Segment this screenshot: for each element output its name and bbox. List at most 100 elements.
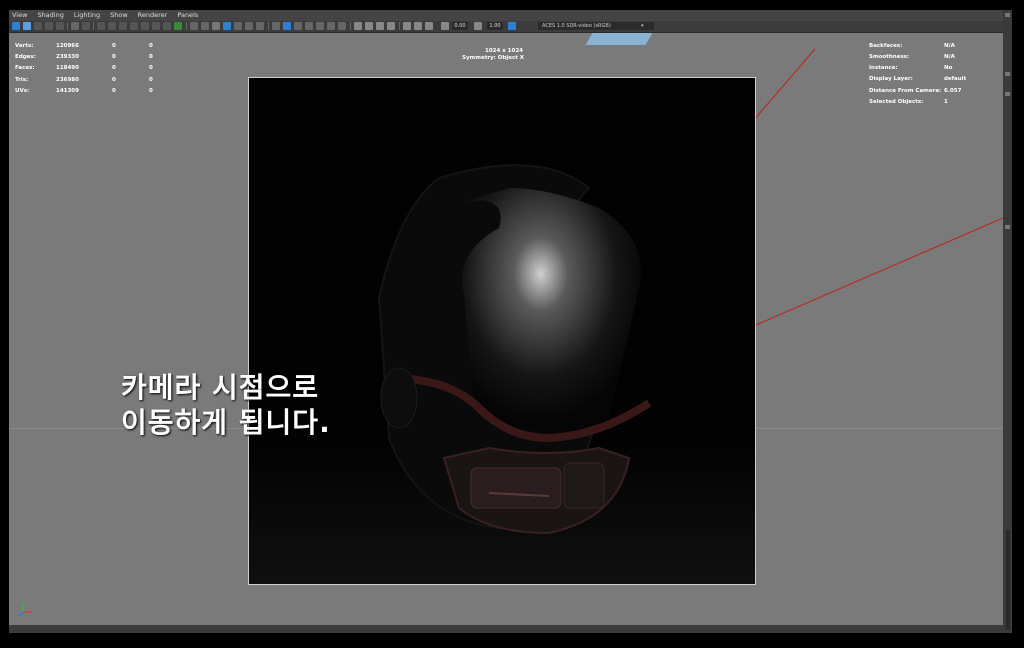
light-line-2 [718, 217, 1003, 342]
shadows-icon[interactable] [272, 22, 280, 30]
grease-pencil-icon[interactable] [56, 22, 64, 30]
toolbar-separator [93, 22, 94, 30]
gear-icon[interactable] [441, 22, 449, 30]
depth-of-field-icon[interactable] [316, 22, 324, 30]
hud-selected-value: 1 [944, 99, 948, 105]
hud-faces-value: 118490 [56, 65, 79, 71]
textured-icon[interactable] [245, 22, 253, 30]
hud-edges-value: 239330 [56, 54, 79, 60]
side-tool-icon[interactable] [1005, 225, 1010, 229]
toolbar-separator [350, 22, 351, 30]
multisample-icon[interactable] [338, 22, 346, 30]
grid-icon[interactable] [190, 22, 198, 30]
hud-display-layer-label: Display Layer: [869, 76, 913, 82]
gamma-toggle-icon[interactable] [474, 22, 482, 30]
helmet-render [249, 164, 755, 584]
hud-verts-x: 0 [149, 43, 153, 49]
film-gate-icon[interactable] [97, 22, 105, 30]
side-tool-icon[interactable] [1005, 92, 1010, 96]
panel-menu-bar: View Shading Lighting Show Renderer Panels [9, 10, 1012, 21]
sphere-icon[interactable] [354, 22, 362, 30]
side-tool-icon[interactable] [1005, 72, 1010, 76]
panel-toolbar: 0.00 1.00 ACES 1.0 SDR-video (sRGB) ▾ [9, 21, 1012, 33]
image-plane-icon[interactable] [45, 22, 53, 30]
hud-smoothness-value: N/A [944, 54, 955, 60]
safe-title-icon[interactable] [152, 22, 160, 30]
menu-view[interactable]: View [12, 11, 27, 19]
toolbar-separator [186, 22, 187, 30]
chevron-down-icon[interactable]: ▾ [641, 22, 649, 30]
hud-verts-sel: 0 [112, 43, 116, 49]
menu-show[interactable]: Show [110, 11, 128, 19]
right-side-strip [1003, 10, 1012, 633]
hud-tris-value: 236980 [56, 77, 79, 83]
hud-faces-label: Faces: [15, 65, 35, 71]
axis-gizmo-icon [18, 602, 32, 617]
hud-display-layer-value: default [944, 76, 967, 82]
hud-verts-value: 120966 [56, 43, 79, 49]
gamma-field[interactable]: 1.00 [487, 22, 503, 30]
panel-options-icon[interactable] [1005, 13, 1010, 17]
hud-edges-x: 0 [149, 54, 153, 60]
hud-instance-value: No [944, 65, 953, 71]
select-camera-icon[interactable] [12, 22, 20, 30]
screen-space-ao-icon[interactable] [283, 22, 291, 30]
wireframe-on-shaded-icon[interactable] [223, 22, 231, 30]
toolbar-separator [268, 22, 269, 30]
xray-icon[interactable] [163, 22, 171, 30]
motion-blur-icon[interactable] [294, 22, 302, 30]
hud-symmetry: Symmetry: Object X [462, 55, 525, 61]
menu-renderer[interactable]: Renderer [138, 11, 168, 19]
ambient-occlusion-icon[interactable] [365, 22, 373, 30]
gate-mask-icon[interactable] [119, 22, 127, 30]
safe-action-icon[interactable] [141, 22, 149, 30]
anti-aliasing-icon[interactable] [305, 22, 313, 30]
field-chart-icon[interactable] [130, 22, 138, 30]
hud-edges-label: Edges: [15, 54, 36, 60]
toolbar-separator [67, 22, 68, 30]
use-all-lights-icon[interactable] [256, 22, 264, 30]
color-management-icon[interactable] [508, 22, 516, 30]
resolution-gate-icon[interactable] [108, 22, 116, 30]
color-space-select[interactable]: ACES 1.0 SDR-video (sRGB) [538, 22, 654, 30]
subtitle-line-2: 이동하게 됩니다. [121, 406, 331, 439]
bottom-strip [9, 625, 1003, 633]
two-d-pan-zoom-icon[interactable] [71, 22, 79, 30]
hud-resolution: 1024 x 1024 [485, 48, 523, 54]
hud-distance-label: Distance From Camera: [869, 88, 942, 94]
shading-options-icon[interactable] [387, 22, 395, 30]
exposure-icon[interactable] [403, 22, 411, 30]
hud-edges-sel: 0 [112, 54, 116, 60]
smooth-shade-icon[interactable] [212, 22, 220, 30]
maya-viewport-panel: View Shading Lighting Show Renderer Panels [9, 10, 1012, 633]
menu-panels[interactable]: Panels [177, 11, 198, 19]
hud-uvs-x: 0 [149, 88, 153, 94]
menu-lighting[interactable]: Lighting [74, 11, 100, 19]
hud-verts-label: Verts: [15, 43, 34, 49]
resolution-gate-render [248, 77, 756, 585]
hud-faces-sel: 0 [112, 65, 116, 71]
lights-icon[interactable] [327, 22, 335, 30]
hud-tris-sel: 0 [112, 77, 116, 83]
isolate-select-icon[interactable] [174, 22, 182, 30]
wireframe-icon[interactable] [201, 22, 209, 30]
hud-uvs-sel: 0 [112, 88, 116, 94]
hud-uvs-value: 141309 [56, 88, 79, 94]
default-material-icon[interactable] [234, 22, 242, 30]
viewport-3d[interactable]: Verts: 120966 0 0 Edges: 239330 0 0 Face… [9, 33, 1003, 625]
hardware-fog-icon[interactable] [376, 22, 384, 30]
bookmarks-icon[interactable] [34, 22, 42, 30]
hud-tris-x: 0 [149, 77, 153, 83]
hud-smoothness-label: Smoothness: [869, 54, 910, 60]
scrollbar[interactable] [1006, 530, 1010, 630]
hud-faces-x: 0 [149, 65, 153, 71]
subtitle-overlay: 카메라 시점으로 이동하게 됩니다. [121, 370, 331, 440]
exposure-field[interactable]: 0.00 [452, 22, 468, 30]
grease-pencil-tool-icon[interactable] [82, 22, 90, 30]
menu-shading[interactable]: Shading [37, 11, 63, 19]
hud-backfaces-label: Backfaces: [869, 43, 903, 49]
gamma-icon[interactable] [414, 22, 422, 30]
hud-distance-value: 6.057 [944, 88, 962, 94]
view-transform-icon[interactable] [425, 22, 433, 30]
camera-attributes-icon[interactable] [23, 22, 31, 30]
